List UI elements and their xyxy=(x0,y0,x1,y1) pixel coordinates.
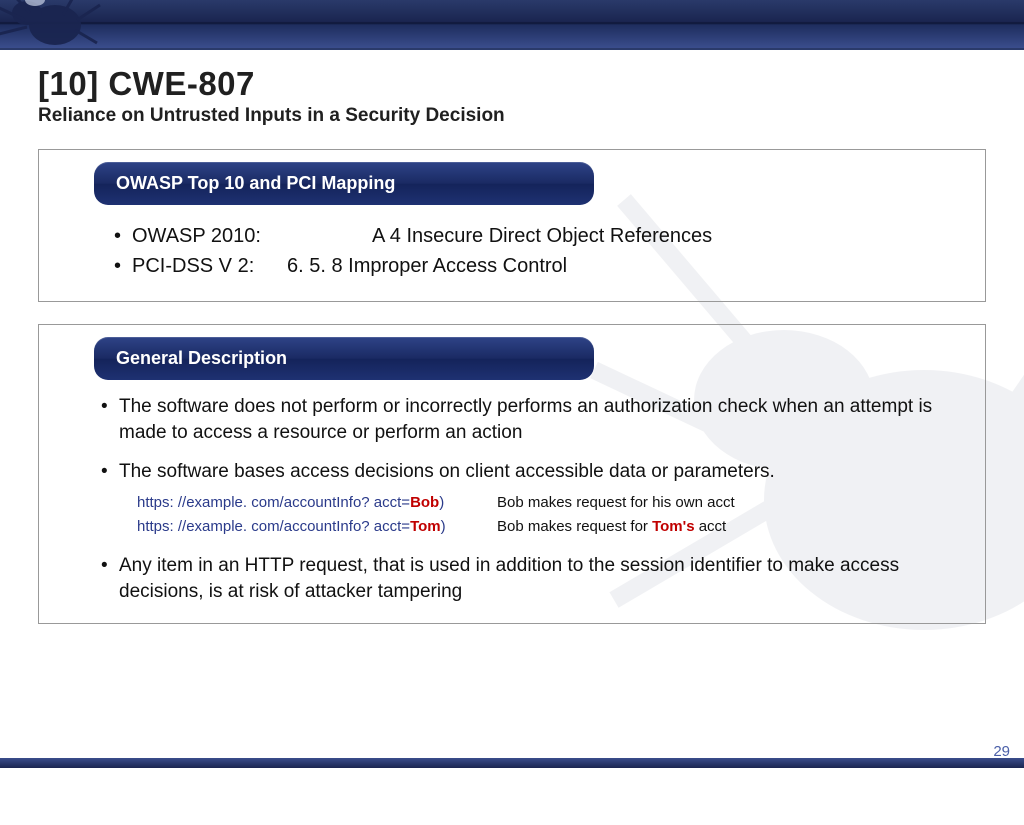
desc-bullet-3: Any item in an HTTP request, that is use… xyxy=(119,553,953,604)
header-banner xyxy=(0,0,1024,50)
slide-subtitle: Reliance on Untrusted Inputs in a Securi… xyxy=(38,105,986,127)
example-desc-2: Bob makes request for Tom's acct xyxy=(497,517,726,537)
desc-bullet-1: The software does not perform or incorre… xyxy=(119,394,953,445)
example-url-1: https: //example. com/accountInfo? acct=… xyxy=(137,493,953,513)
desc-bullet-2: The software bases access decisions on c… xyxy=(119,459,775,485)
pci-label: PCI-DSS V 2: xyxy=(132,253,287,280)
example-desc-1: Bob makes request for his own acct xyxy=(497,493,735,513)
description-header: General Description xyxy=(94,337,594,380)
mapping-box: OWASP Top 10 and PCI Mapping • OWASP 201… xyxy=(38,149,986,302)
pci-value: 6. 5. 8 Improper Access Control xyxy=(287,253,567,280)
owasp-value: A 4 Insecure Direct Object References xyxy=(372,223,712,250)
description-box: General Description •The software does n… xyxy=(38,324,986,624)
mapping-header: OWASP Top 10 and PCI Mapping xyxy=(94,162,594,205)
slide-title: [10] CWE-807 xyxy=(38,65,986,103)
footer-bar xyxy=(0,758,1024,768)
example-url-2: https: //example. com/accountInfo? acct=… xyxy=(137,517,953,537)
owasp-label: OWASP 2010: xyxy=(132,223,312,250)
